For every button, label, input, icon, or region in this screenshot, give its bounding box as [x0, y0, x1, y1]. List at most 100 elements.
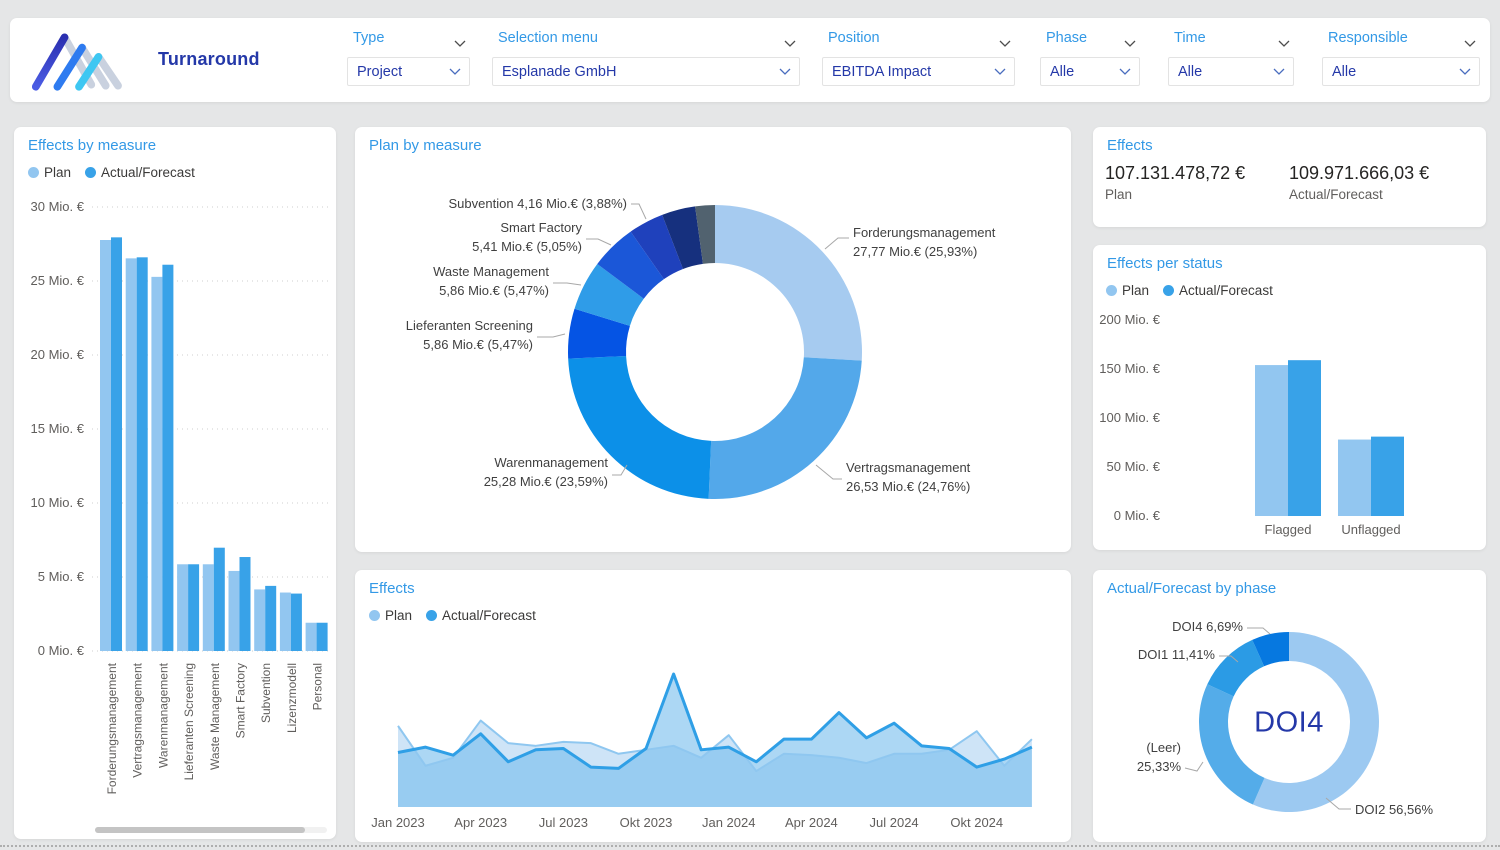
chart-text: Vertragsmanagement [131, 662, 145, 777]
filter-label: Selection menu [498, 30, 598, 46]
donut-slice-Vertragsmanagement[interactable] [709, 357, 862, 499]
kpi-plan-value: 107.131.478,72 € [1105, 163, 1245, 184]
bar-Actual/Forecast[interactable] [1371, 437, 1404, 516]
dropdown-value: Project [357, 64, 402, 80]
bar-Actual/Forecast[interactable] [317, 623, 328, 651]
filter-label: Type [353, 30, 384, 46]
filter-dropdown-type[interactable]: Project [347, 57, 470, 86]
dropdown-value: Alle [1178, 64, 1202, 80]
donut-center-label: DOI4 [1254, 707, 1324, 740]
bar-Plan[interactable] [280, 593, 291, 651]
chevron-down-icon[interactable] [449, 68, 461, 75]
chart-text: Personal [311, 663, 325, 710]
chart-text: Smart Factory [234, 663, 248, 738]
kpi-actual-value: 109.971.666,03 € [1289, 163, 1429, 184]
chevron-down-icon[interactable] [1459, 68, 1471, 75]
chart-text: Lieferanten Screening [406, 318, 533, 333]
card-af-by-phase: Actual/Forecast by phase DOI4 6,69%DOI1 … [1093, 570, 1486, 842]
donut-slice-(Leer)[interactable] [1199, 684, 1265, 804]
effects-per-status-chart[interactable]: 0 Mio. €50 Mio. €100 Mio. €150 Mio. €200… [1093, 245, 1486, 550]
dropdown-value: EBITDA Impact [832, 64, 931, 80]
bar-Actual/Forecast[interactable] [111, 237, 122, 651]
bar-Plan[interactable] [254, 589, 265, 651]
chart-text: 200 Mio. € [1099, 312, 1160, 327]
effects-by-measure-chart[interactable]: 0 Mio. €5 Mio. €10 Mio. €15 Mio. €20 Mio… [14, 127, 336, 827]
chart-text: Forderungsmanagement [853, 225, 996, 240]
filter-dropdown-selection-menu[interactable]: Esplanade GmbH [492, 57, 800, 86]
chart-text: Warenmanagement [156, 662, 170, 768]
chart-text: (Leer) [1146, 740, 1181, 755]
chevron-down-icon[interactable] [1464, 34, 1476, 52]
chevron-down-icon[interactable] [1273, 68, 1285, 75]
chevron-down-icon[interactable] [784, 34, 796, 52]
donut-slice-DOI1 11,41%[interactable] [1207, 640, 1264, 697]
bar-Plan[interactable] [100, 240, 111, 651]
page-title: Turnaround [158, 49, 260, 70]
chart-text: 50 Mio. € [1107, 459, 1161, 474]
bar-Plan[interactable] [306, 623, 317, 651]
filter-label: Position [828, 30, 880, 46]
dropdown-value: Esplanade GmbH [502, 64, 616, 80]
chevron-down-icon[interactable] [1278, 34, 1290, 52]
chart-text: Jan 2024 [702, 815, 756, 830]
page-bottom-divider [0, 845, 1500, 847]
chart-text: Apr 2023 [454, 815, 507, 830]
filter-selection-menu: Selection menu Esplanade GmbH [492, 18, 800, 102]
chevron-down-icon[interactable] [779, 68, 791, 75]
effects-trend-chart[interactable]: Jan 2023Apr 2023Jul 2023Okt 2023Jan 2024… [355, 570, 1071, 842]
chart-text: Okt 2024 [950, 815, 1003, 830]
bar-Actual/Forecast[interactable] [162, 265, 173, 651]
chevron-down-icon[interactable] [999, 34, 1011, 52]
chart-text: 0 Mio. € [38, 643, 85, 658]
chart-text: 5,86 Mio.€ (5,47%) [439, 283, 549, 298]
chart-text: Vertragsmanagement [846, 460, 971, 475]
filter-dropdown-responsible[interactable]: Alle [1322, 57, 1480, 86]
bar-Plan[interactable] [126, 258, 137, 651]
chart-text: DOI4 6,69% [1172, 619, 1243, 634]
company-logo-icon [22, 25, 138, 97]
horizontal-scrollbar[interactable] [95, 827, 305, 833]
chart-text: 100 Mio. € [1099, 410, 1160, 425]
chevron-down-icon[interactable] [1124, 34, 1136, 52]
chevron-down-icon[interactable] [994, 68, 1006, 75]
bar-Plan[interactable] [203, 564, 214, 651]
filter-label: Time [1174, 30, 1206, 46]
bar-Plan[interactable] [1338, 440, 1371, 516]
bar-Plan[interactable] [1255, 365, 1288, 516]
chart-text: 0 Mio. € [1114, 508, 1161, 523]
chart-text: 10 Mio. € [31, 495, 85, 510]
dropdown-value: Alle [1050, 64, 1074, 80]
chart-text: Smart Factory [500, 220, 582, 235]
bar-Actual/Forecast[interactable] [1288, 360, 1321, 516]
chart-text: Apr 2024 [785, 815, 838, 830]
bar-Actual/Forecast[interactable] [137, 257, 148, 651]
bar-Plan[interactable] [229, 571, 240, 651]
dropdown-value: Alle [1332, 64, 1356, 80]
filter-dropdown-phase[interactable]: Alle [1040, 57, 1140, 86]
kpi-actual-label: Actual/Forecast [1289, 187, 1429, 202]
bar-Plan[interactable] [151, 277, 162, 651]
chevron-down-icon[interactable] [454, 34, 466, 52]
chart-text: Flagged [1265, 522, 1312, 537]
plan-by-measure-donut[interactable]: Forderungsmanagement 27,77 Mio.€ (25,93%)… [355, 127, 1071, 552]
header-bar: Turnaround Type Project Selection menu E… [10, 18, 1490, 102]
filter-type: Type Project [347, 18, 470, 102]
filter-dropdown-position[interactable]: EBITDA Impact [822, 57, 1015, 86]
bar-Actual/Forecast[interactable] [188, 564, 199, 651]
card-effects-by-measure: Effects by measure Plan Actual/Forecast … [14, 127, 336, 839]
bar-Actual/Forecast[interactable] [240, 557, 251, 651]
filter-dropdown-time[interactable]: Alle [1168, 57, 1294, 86]
chart-text: 26,53 Mio.€ (24,76%) [846, 479, 970, 494]
card-effects-trend: Effects Plan Actual/Forecast Jan 2023Apr… [355, 570, 1071, 842]
donut-slice-Forderungsmanagement[interactable] [715, 205, 862, 361]
bar-Actual/Forecast[interactable] [265, 586, 276, 651]
chevron-down-icon[interactable] [1119, 68, 1131, 75]
bar-Plan[interactable] [177, 564, 188, 651]
chart-text: 27,77 Mio.€ (25,93%) [853, 244, 977, 259]
card-plan-by-measure: Plan by measure Forderungsmanagement27,7… [355, 127, 1071, 552]
bar-Actual/Forecast[interactable] [214, 548, 225, 651]
filter-time: Time Alle [1168, 18, 1294, 102]
chart-text: Warenmanagement [494, 455, 608, 470]
bar-Actual/Forecast[interactable] [291, 594, 302, 651]
dashboard-page: { "header": { "title": "Turnaround", "fi… [0, 0, 1500, 850]
